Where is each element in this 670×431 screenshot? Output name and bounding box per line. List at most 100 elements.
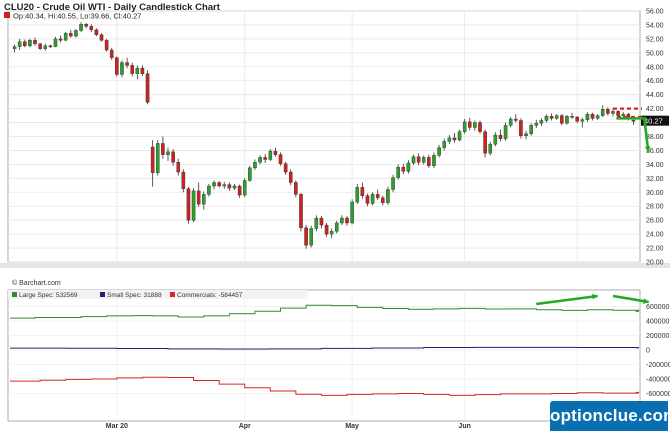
candle-body bbox=[437, 147, 441, 156]
price-tick-label: 54.00 bbox=[646, 22, 664, 29]
candle-body bbox=[421, 157, 426, 163]
candle-body bbox=[529, 125, 533, 134]
candle-body bbox=[186, 188, 191, 221]
cot-tick-label: 200000 bbox=[646, 333, 669, 340]
candle-body bbox=[69, 33, 73, 37]
candle bbox=[74, 29, 78, 38]
candle-body bbox=[401, 166, 406, 172]
candle-body bbox=[355, 187, 360, 203]
candle bbox=[299, 192, 303, 232]
candle-body bbox=[28, 40, 32, 47]
candle-body bbox=[611, 111, 615, 114]
candle bbox=[191, 188, 196, 223]
candle-body bbox=[150, 146, 155, 173]
candle-body bbox=[606, 109, 610, 114]
candle-body bbox=[432, 155, 436, 166]
candle-body bbox=[48, 45, 53, 48]
candle bbox=[145, 70, 150, 105]
candle-body bbox=[549, 116, 554, 119]
candle-body bbox=[565, 116, 569, 124]
price-tick-label: 46.00 bbox=[646, 78, 664, 85]
candle-body bbox=[375, 194, 380, 199]
candle bbox=[115, 56, 119, 77]
x-tick-label: May bbox=[345, 423, 359, 430]
candle-body bbox=[242, 180, 247, 196]
candle-body bbox=[115, 57, 119, 75]
candle-body bbox=[181, 171, 186, 189]
candle-body bbox=[232, 185, 237, 189]
candle bbox=[519, 118, 523, 139]
candle-body bbox=[350, 201, 354, 224]
candle-body bbox=[12, 46, 17, 49]
price-tick-label: 28.00 bbox=[646, 204, 664, 211]
candle-body bbox=[560, 115, 564, 124]
candle-body bbox=[84, 24, 88, 27]
candle-body bbox=[273, 150, 278, 155]
candle bbox=[28, 38, 32, 48]
candle-body bbox=[217, 182, 221, 187]
candle-body bbox=[544, 116, 549, 121]
candle-body bbox=[237, 185, 242, 196]
candle-body bbox=[140, 67, 145, 74]
price-tick-label: 22.00 bbox=[646, 246, 664, 253]
candle-body bbox=[406, 162, 411, 172]
candle-body bbox=[227, 184, 232, 189]
candle-body bbox=[467, 121, 472, 128]
price-tick-label: 52.00 bbox=[646, 36, 664, 43]
candle-body bbox=[191, 190, 196, 221]
candle-body bbox=[176, 162, 181, 173]
candle-body bbox=[580, 119, 585, 122]
candle-body bbox=[304, 227, 308, 246]
candle-body bbox=[416, 156, 421, 163]
candle-body bbox=[319, 217, 324, 226]
candle-body bbox=[498, 134, 503, 139]
candle-body bbox=[345, 217, 349, 224]
candle-body bbox=[462, 121, 467, 132]
x-tick-label: Mar 20 bbox=[106, 423, 128, 430]
candle-body bbox=[503, 125, 508, 139]
price-tick-label: 30.00 bbox=[646, 190, 664, 197]
candle-body bbox=[595, 115, 600, 119]
candle bbox=[309, 225, 313, 248]
candle-body bbox=[524, 133, 528, 137]
candle-body bbox=[207, 185, 211, 195]
candle-body bbox=[427, 157, 431, 166]
last-price-text: 40.27 bbox=[644, 117, 663, 126]
candle-body bbox=[508, 118, 513, 126]
candle bbox=[391, 174, 395, 193]
candle bbox=[63, 31, 68, 41]
source-label: © Barchart.com bbox=[12, 279, 61, 287]
candle-body bbox=[79, 24, 83, 31]
cot-legend: Large Spec: 532569 Small Spec: 31888 Comme… bbox=[8, 290, 308, 299]
cot-tick-label: -600000 bbox=[646, 391, 670, 398]
price-tick-label: 48.00 bbox=[646, 64, 664, 71]
candle-body bbox=[329, 231, 334, 235]
candle-body bbox=[299, 194, 303, 229]
cot-tick-label: -400000 bbox=[646, 377, 670, 384]
candle bbox=[304, 225, 308, 249]
candle-body bbox=[391, 177, 395, 190]
candle-body bbox=[145, 73, 150, 103]
candle-body bbox=[288, 171, 293, 183]
candle-body bbox=[63, 33, 68, 41]
candle-body bbox=[53, 38, 58, 47]
candle-body bbox=[171, 151, 175, 163]
legend-swatch bbox=[100, 292, 105, 297]
candle-body bbox=[473, 122, 477, 128]
candle-body bbox=[324, 224, 329, 235]
candle-body bbox=[554, 115, 559, 119]
candle-body bbox=[104, 40, 109, 51]
candle-body bbox=[263, 157, 267, 160]
price-tick-label: 32.00 bbox=[646, 176, 664, 183]
price-tick-label: 26.00 bbox=[646, 218, 664, 225]
candle bbox=[488, 142, 493, 156]
candle-body bbox=[212, 182, 216, 187]
candle-body bbox=[447, 137, 452, 142]
candle-body bbox=[74, 30, 78, 37]
candle-body bbox=[514, 118, 518, 121]
candle-body bbox=[539, 120, 544, 124]
candle-body bbox=[621, 113, 625, 116]
candle bbox=[370, 192, 375, 206]
candle-body bbox=[58, 38, 63, 41]
candle bbox=[242, 178, 247, 198]
